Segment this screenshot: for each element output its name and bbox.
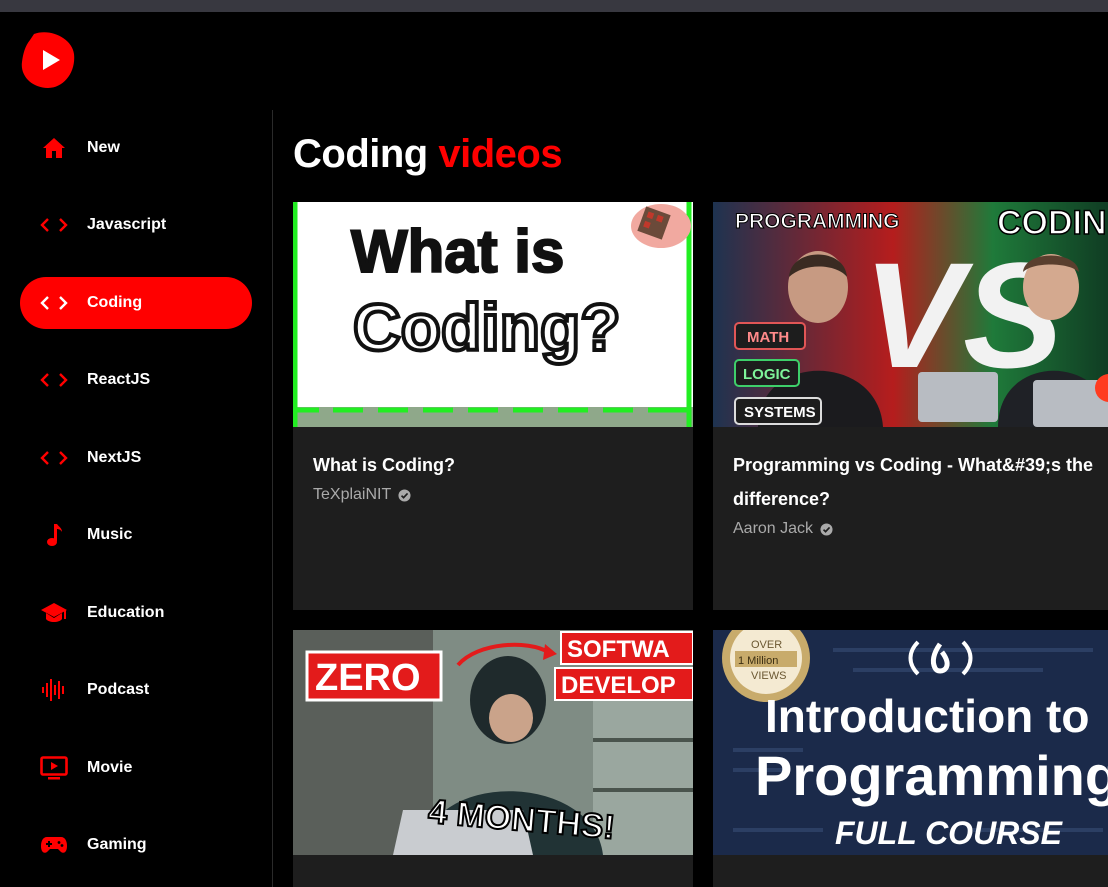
thumbnail-caption: DEVELOP [561, 672, 676, 699]
channel-name[interactable]: TeXplaiNIT [313, 486, 411, 504]
video-card[interactable]: What is Coding? What is Coding? TeXplaiN… [293, 202, 693, 610]
sidebar-item-gaming[interactable]: Gaming [20, 819, 252, 871]
brain-cube-icon [631, 204, 691, 248]
sidebar-item-podcast[interactable]: Podcast [20, 664, 252, 716]
thumbnail-caption: Introduction to [765, 690, 1089, 742]
music-note-icon [40, 523, 68, 547]
channel-name-text: TeXplaiNIT [313, 486, 392, 503]
page-title: Coding videos [293, 132, 563, 177]
soundwave-icon [40, 678, 68, 702]
thumbnail-caption: What is [351, 218, 564, 285]
window-top-bar [0, 0, 1108, 12]
sidebar: New Javascript Coding ReactJS NextJS Mus… [0, 110, 272, 887]
video-thumbnail[interactable]: ZERO SOFTWA DEVELOP 4 MONTHS! [293, 630, 693, 855]
thumbnail-caption: CODIN [997, 204, 1107, 242]
gamepad-icon [40, 833, 68, 857]
sidebar-item-label: Coding [87, 294, 143, 311]
sidebar-item-coding[interactable]: Coding [20, 277, 252, 329]
channel-name[interactable]: Aaron Jack [733, 520, 833, 538]
home-icon [40, 136, 68, 160]
video-title[interactable]: Programming vs Coding - What&#39;s the d… [733, 448, 1098, 516]
code-icon [40, 368, 68, 392]
sidebar-item-label: Movie [87, 759, 133, 776]
sidebar-item-label: NextJS [87, 449, 142, 466]
page-title-accent: videos [438, 132, 563, 176]
sidebar-divider [272, 110, 273, 887]
thumbnail-caption: ZERO [315, 657, 421, 699]
sidebar-item-label: New [87, 139, 120, 156]
sidebar-item-label: Music [87, 526, 133, 543]
sidebar-item-new[interactable]: New [20, 122, 252, 174]
badge-text: 1 Million [738, 655, 778, 667]
thumbnail-tag: LOGIC [743, 366, 791, 383]
badge-text: OVER [751, 639, 782, 651]
video-card[interactable]: VS PROGRAMMING CODIN MATH LOGIC SYSTEMS … [713, 202, 1108, 610]
badge-text: VIEWS [751, 670, 786, 682]
code-icon [40, 213, 68, 237]
code-icon [40, 446, 68, 470]
video-card[interactable]: ZERO SOFTWA DEVELOP 4 MONTHS! [293, 630, 693, 887]
tv-play-icon [40, 756, 68, 780]
sidebar-item-javascript[interactable]: Javascript [20, 199, 252, 251]
channel-name-text: Aaron Jack [733, 520, 814, 537]
sidebar-item-label: Javascript [87, 216, 167, 233]
verified-icon [820, 522, 833, 536]
thumbnail-caption: FULL COURSE [835, 815, 1064, 851]
sidebar-item-movie[interactable]: Movie [20, 742, 252, 794]
sidebar-item-nextjs[interactable]: NextJS [20, 432, 252, 484]
video-thumbnail[interactable]: VS PROGRAMMING CODIN MATH LOGIC SYSTEMS [713, 202, 1108, 427]
thumbnail-tag: MATH [747, 329, 789, 346]
thumbnail-caption: Coding? [353, 290, 621, 364]
page-title-main: Coding [293, 132, 428, 176]
graduation-cap-icon [40, 601, 68, 625]
sidebar-item-label: ReactJS [87, 371, 151, 388]
sidebar-item-label: Gaming [87, 836, 147, 853]
code-icon [40, 291, 68, 315]
sidebar-item-reactjs[interactable]: ReactJS [20, 354, 252, 406]
thumbnail-caption: SOFTWA [567, 636, 670, 663]
thumbnail-tag: SYSTEMS [744, 404, 816, 421]
verified-icon [398, 488, 411, 502]
video-thumbnail[interactable]: OVER 1 Million VIEWS Introduction to Pro… [713, 630, 1108, 855]
youtube-play-icon [21, 32, 75, 88]
video-card[interactable]: OVER 1 Million VIEWS Introduction to Pro… [713, 630, 1108, 887]
sidebar-item-label: Podcast [87, 681, 150, 698]
app-logo[interactable] [20, 30, 76, 90]
thumbnail-caption: PROGRAMMING [735, 210, 900, 233]
video-title[interactable]: What is Coding? [313, 448, 678, 482]
thumbnail-caption: Programming [755, 744, 1108, 807]
sidebar-item-education[interactable]: Education [20, 587, 252, 639]
video-thumbnail[interactable]: What is Coding? [293, 202, 693, 427]
sidebar-item-label: Education [87, 604, 165, 621]
sidebar-item-music[interactable]: Music [20, 509, 252, 561]
